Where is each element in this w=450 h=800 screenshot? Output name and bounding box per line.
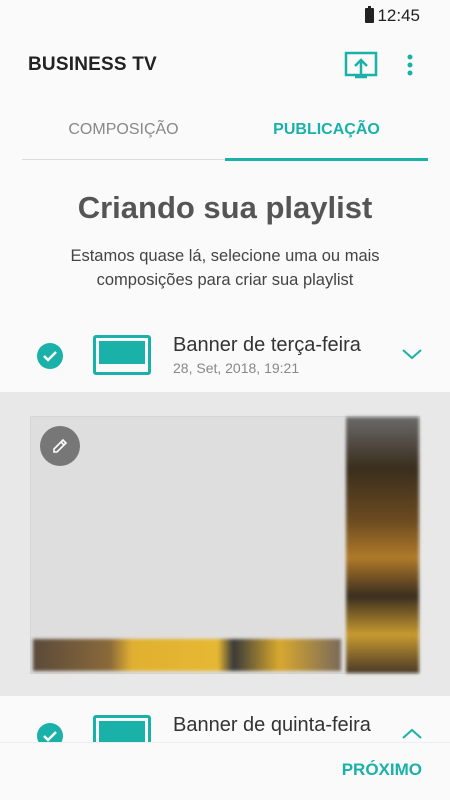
list-item[interactable]: Banner de quinta-feira: [0, 700, 450, 742]
app-title: BUSINESS TV: [28, 54, 157, 75]
preview-main-area: [31, 417, 343, 673]
tab-publicacao[interactable]: PUBLICAÇÃO: [225, 100, 428, 160]
item-date: 28, Set, 2018, 19:21: [173, 360, 300, 376]
battery-icon: [365, 6, 374, 23]
chevron-up-icon[interactable]: [401, 727, 423, 741]
tab-bar: COMPOSIÇÃO PUBLICAÇÃO: [22, 100, 428, 161]
status-bar: 12:45: [0, 0, 450, 32]
tab-indicator: [225, 158, 428, 161]
list-item[interactable]: Banner de terça-feira 28, Set, 2018, 19:…: [0, 320, 450, 390]
preview-frame: [30, 416, 420, 674]
page-subtitle: Estamos quase lá, selecione uma ou mais …: [70, 247, 380, 289]
edit-icon[interactable]: [40, 426, 80, 466]
app-bar: BUSINESS TV: [0, 32, 450, 100]
item-name: Banner de terça-feira: [173, 334, 361, 356]
check-icon[interactable]: [37, 343, 63, 369]
preview-bottom-banner: [33, 639, 341, 671]
bottom-bar: PRÓXIMO: [0, 742, 450, 800]
item-name: Banner de quinta-feira: [173, 714, 371, 736]
monitor-icon: [93, 715, 151, 742]
cast-icon[interactable]: [344, 50, 378, 80]
next-button[interactable]: PRÓXIMO: [342, 760, 422, 780]
monitor-icon: [93, 335, 151, 375]
chevron-down-icon[interactable]: [401, 347, 423, 361]
more-vert-icon[interactable]: [398, 50, 422, 80]
check-icon[interactable]: [37, 723, 63, 742]
page-heading: Criando sua playlist: [77, 190, 373, 225]
status-time: 12:45: [377, 6, 420, 25]
tab-composicao[interactable]: COMPOSIÇÃO: [22, 100, 225, 160]
preview-side-banner: [346, 417, 419, 673]
